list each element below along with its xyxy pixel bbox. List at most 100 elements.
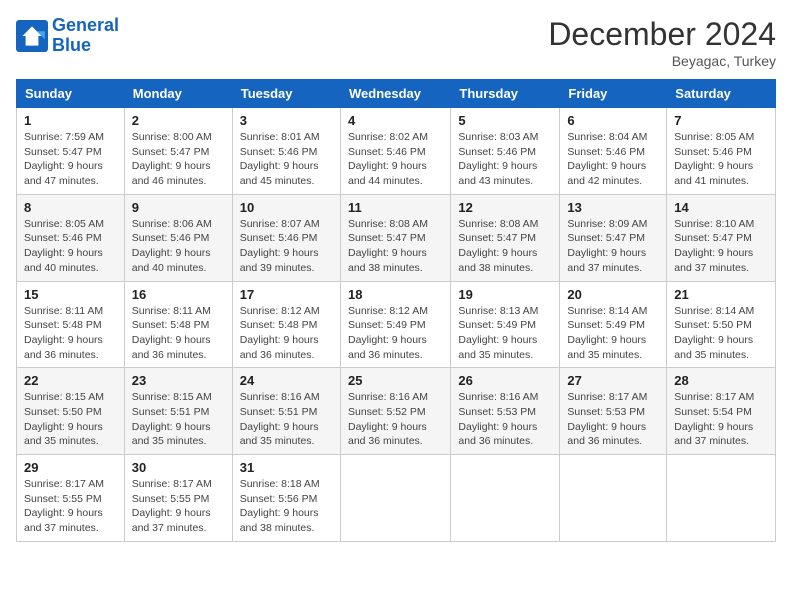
day-cell: 26Sunrise: 8:16 AM Sunset: 5:53 PM Dayli…	[451, 368, 560, 455]
day-number: 19	[458, 287, 552, 302]
day-number: 4	[348, 113, 443, 128]
day-cell: 27 Sunrise: 8:17 AM Sunset: 5:53 PM Dayli…	[560, 368, 667, 455]
calendar-table: Sunday Monday Tuesday Wednesday Thursday…	[16, 79, 776, 542]
col-tuesday: Tuesday	[232, 80, 340, 108]
day-cell: 16Sunrise: 8:11 AM Sunset: 5:48 PM Dayli…	[124, 281, 232, 368]
day-number: 27	[567, 373, 659, 388]
day-number: 30	[132, 460, 225, 475]
week-row-2: 8 Sunrise: 8:05 AM Sunset: 5:46 PM Daylig…	[17, 194, 776, 281]
day-number: 24	[240, 373, 333, 388]
day-detail: Sunrise: 8:17 AM Sunset: 5:55 PM Dayligh…	[132, 477, 225, 536]
week-row-1: 1Sunrise: 7:59 AM Sunset: 5:47 PM Daylig…	[17, 108, 776, 195]
day-cell: 9Sunrise: 8:06 AM Sunset: 5:46 PM Daylig…	[124, 194, 232, 281]
day-number: 11	[348, 200, 443, 215]
page-header: General Blue December 2024 Beyagac, Turk…	[16, 16, 776, 69]
day-cell: 29 Sunrise: 8:17 AM Sunset: 5:55 PM Dayli…	[17, 455, 125, 542]
day-number: 31	[240, 460, 333, 475]
day-cell: 23 Sunrise: 8:15 AM Sunset: 5:51 PM Dayli…	[124, 368, 232, 455]
col-saturday: Saturday	[667, 80, 776, 108]
col-monday: Monday	[124, 80, 232, 108]
day-number: 26	[458, 373, 552, 388]
day-detail: Sunrise: 8:05 AM Sunset: 5:46 PM Dayligh…	[674, 130, 768, 189]
day-detail: Sunrise: 8:09 AM Sunset: 5:47 PM Dayligh…	[567, 217, 659, 276]
header-row: Sunday Monday Tuesday Wednesday Thursday…	[17, 80, 776, 108]
day-number: 25	[348, 373, 443, 388]
day-detail: Sunrise: 8:12 AM Sunset: 5:48 PM Dayligh…	[240, 304, 333, 363]
day-cell: 15 Sunrise: 8:11 AM Sunset: 5:48 PM Dayli…	[17, 281, 125, 368]
day-cell	[667, 455, 776, 542]
day-cell: 22 Sunrise: 8:15 AM Sunset: 5:50 PM Dayli…	[17, 368, 125, 455]
day-detail: Sunrise: 8:08 AM Sunset: 5:47 PM Dayligh…	[458, 217, 552, 276]
day-cell: 18 Sunrise: 8:12 AM Sunset: 5:49 PM Dayli…	[340, 281, 450, 368]
day-number: 1	[24, 113, 117, 128]
day-detail: Sunrise: 8:06 AM Sunset: 5:46 PM Dayligh…	[132, 217, 225, 276]
day-detail: Sunrise: 8:11 AM Sunset: 5:48 PM Dayligh…	[24, 304, 117, 363]
col-thursday: Thursday	[451, 80, 560, 108]
day-detail: Sunrise: 8:11 AM Sunset: 5:48 PM Dayligh…	[132, 304, 225, 363]
day-number: 28	[674, 373, 768, 388]
col-wednesday: Wednesday	[340, 80, 450, 108]
day-detail: Sunrise: 8:16 AM Sunset: 5:51 PM Dayligh…	[240, 390, 333, 449]
day-cell: 14 Sunrise: 8:10 AM Sunset: 5:47 PM Dayli…	[667, 194, 776, 281]
day-cell	[340, 455, 450, 542]
day-detail: Sunrise: 8:10 AM Sunset: 5:47 PM Dayligh…	[674, 217, 768, 276]
day-number: 23	[132, 373, 225, 388]
week-row-3: 15 Sunrise: 8:11 AM Sunset: 5:48 PM Dayli…	[17, 281, 776, 368]
logo-blue: Blue	[52, 35, 91, 55]
day-cell: 10 Sunrise: 8:07 AM Sunset: 5:46 PM Dayli…	[232, 194, 340, 281]
day-cell: 2 Sunrise: 8:00 AM Sunset: 5:47 PM Daylig…	[124, 108, 232, 195]
day-detail: Sunrise: 8:15 AM Sunset: 5:51 PM Dayligh…	[132, 390, 225, 449]
location-subtitle: Beyagac, Turkey	[548, 53, 776, 69]
month-title: December 2024	[548, 16, 776, 53]
day-detail: Sunrise: 8:04 AM Sunset: 5:46 PM Dayligh…	[567, 130, 659, 189]
day-number: 20	[567, 287, 659, 302]
day-number: 22	[24, 373, 117, 388]
day-detail: Sunrise: 8:07 AM Sunset: 5:46 PM Dayligh…	[240, 217, 333, 276]
day-cell: 7Sunrise: 8:05 AM Sunset: 5:46 PM Daylig…	[667, 108, 776, 195]
day-detail: Sunrise: 8:14 AM Sunset: 5:50 PM Dayligh…	[674, 304, 768, 363]
day-detail: Sunrise: 8:17 AM Sunset: 5:54 PM Dayligh…	[674, 390, 768, 449]
day-cell: 30 Sunrise: 8:17 AM Sunset: 5:55 PM Dayli…	[124, 455, 232, 542]
day-cell: 21 Sunrise: 8:14 AM Sunset: 5:50 PM Dayli…	[667, 281, 776, 368]
day-detail: Sunrise: 8:17 AM Sunset: 5:53 PM Dayligh…	[567, 390, 659, 449]
day-detail: Sunrise: 8:00 AM Sunset: 5:47 PM Dayligh…	[132, 130, 225, 189]
day-cell	[451, 455, 560, 542]
day-detail: Sunrise: 8:16 AM Sunset: 5:52 PM Dayligh…	[348, 390, 443, 449]
day-cell: 3 Sunrise: 8:01 AM Sunset: 5:46 PM Daylig…	[232, 108, 340, 195]
col-friday: Friday	[560, 80, 667, 108]
day-cell: 8 Sunrise: 8:05 AM Sunset: 5:46 PM Daylig…	[17, 194, 125, 281]
day-number: 15	[24, 287, 117, 302]
day-number: 8	[24, 200, 117, 215]
day-detail: Sunrise: 8:15 AM Sunset: 5:50 PM Dayligh…	[24, 390, 117, 449]
day-number: 3	[240, 113, 333, 128]
day-number: 13	[567, 200, 659, 215]
day-number: 2	[132, 113, 225, 128]
day-cell: 19 Sunrise: 8:13 AM Sunset: 5:49 PM Dayli…	[451, 281, 560, 368]
title-block: December 2024 Beyagac, Turkey	[548, 16, 776, 69]
day-number: 21	[674, 287, 768, 302]
week-row-4: 22 Sunrise: 8:15 AM Sunset: 5:50 PM Dayli…	[17, 368, 776, 455]
day-number: 14	[674, 200, 768, 215]
day-cell: 28 Sunrise: 8:17 AM Sunset: 5:54 PM Dayli…	[667, 368, 776, 455]
day-detail: Sunrise: 8:18 AM Sunset: 5:56 PM Dayligh…	[240, 477, 333, 536]
day-detail: Sunrise: 8:05 AM Sunset: 5:46 PM Dayligh…	[24, 217, 117, 276]
day-cell: 13 Sunrise: 8:09 AM Sunset: 5:47 PM Dayli…	[560, 194, 667, 281]
day-cell: 25 Sunrise: 8:16 AM Sunset: 5:52 PM Dayli…	[340, 368, 450, 455]
day-cell: 24 Sunrise: 8:16 AM Sunset: 5:51 PM Dayli…	[232, 368, 340, 455]
day-number: 6	[567, 113, 659, 128]
day-cell: 5Sunrise: 8:03 AM Sunset: 5:46 PM Daylig…	[451, 108, 560, 195]
day-cell: 11Sunrise: 8:08 AM Sunset: 5:47 PM Dayli…	[340, 194, 450, 281]
day-cell: 12Sunrise: 8:08 AM Sunset: 5:47 PM Dayli…	[451, 194, 560, 281]
day-number: 5	[458, 113, 552, 128]
day-detail: Sunrise: 8:17 AM Sunset: 5:55 PM Dayligh…	[24, 477, 117, 536]
day-cell: 20 Sunrise: 8:14 AM Sunset: 5:49 PM Dayli…	[560, 281, 667, 368]
day-number: 18	[348, 287, 443, 302]
day-detail: Sunrise: 8:13 AM Sunset: 5:49 PM Dayligh…	[458, 304, 552, 363]
logo-icon	[16, 20, 48, 52]
day-number: 10	[240, 200, 333, 215]
day-detail: Sunrise: 8:01 AM Sunset: 5:46 PM Dayligh…	[240, 130, 333, 189]
week-row-5: 29 Sunrise: 8:17 AM Sunset: 5:55 PM Dayli…	[17, 455, 776, 542]
day-detail: Sunrise: 8:12 AM Sunset: 5:49 PM Dayligh…	[348, 304, 443, 363]
day-detail: Sunrise: 8:14 AM Sunset: 5:49 PM Dayligh…	[567, 304, 659, 363]
day-number: 29	[24, 460, 117, 475]
